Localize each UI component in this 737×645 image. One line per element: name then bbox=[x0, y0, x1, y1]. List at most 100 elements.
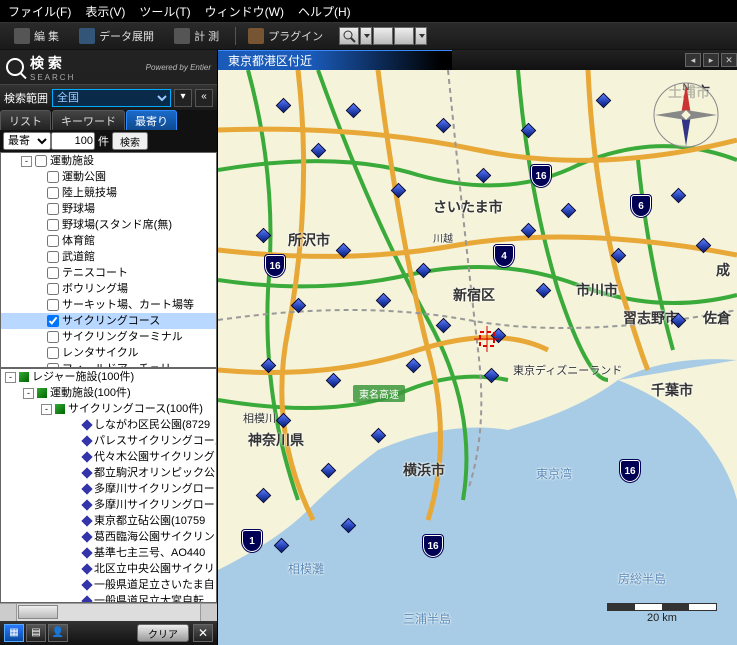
search-sidebar: 検 索 SEARCH Powered by Entier 検索範囲 全国 ▾ «… bbox=[0, 50, 218, 645]
result-item[interactable]: しながわ区民公園(8729 bbox=[1, 417, 216, 433]
tool-dropdown2-icon[interactable] bbox=[415, 27, 427, 45]
result-item[interactable]: 北区立中央公園サイクリ bbox=[1, 561, 216, 577]
zoom-icon[interactable] bbox=[339, 27, 359, 45]
results-leaf[interactable]: -サイクリングコース(100件) bbox=[1, 401, 216, 417]
category-tree[interactable]: -運動施設 運動公園陸上競技場野球場野球場(スタンド席(無)体育館武道館テニスコ… bbox=[0, 152, 217, 368]
category-checkbox[interactable] bbox=[47, 187, 59, 199]
poi-icon bbox=[81, 499, 92, 510]
category-item[interactable]: ボウリング場 bbox=[1, 281, 216, 297]
window-b-icon[interactable] bbox=[394, 27, 414, 45]
category-label: 野球場 bbox=[62, 201, 95, 217]
view-mode-a-button[interactable]: ▦ bbox=[4, 624, 24, 642]
result-item[interactable]: 基準七主三号、AO440 bbox=[1, 545, 216, 561]
result-label: 一般県道足立大宮自転 bbox=[94, 593, 204, 603]
nearest-count-input[interactable] bbox=[51, 132, 95, 150]
category-item[interactable]: サイクリングターミナル bbox=[1, 329, 216, 345]
category-item[interactable]: 陸上競技場 bbox=[1, 185, 216, 201]
nearest-mode-select[interactable]: 最寄 bbox=[3, 132, 51, 150]
result-item[interactable]: 葛西臨海公園サイクリン bbox=[1, 529, 216, 545]
poi-icon bbox=[81, 451, 92, 462]
result-label: 葛西臨海公園サイクリン bbox=[94, 529, 215, 545]
route-shield-16a: 16 bbox=[531, 165, 551, 187]
tab-list[interactable]: リスト bbox=[0, 110, 51, 130]
poi-icon bbox=[81, 531, 92, 542]
category-checkbox[interactable] bbox=[47, 203, 59, 215]
scrollbar-thumb[interactable] bbox=[18, 605, 58, 619]
category-items: 運動公園陸上競技場野球場野球場(スタンド席(無)体育館武道館テニスコートボウリン… bbox=[1, 169, 216, 368]
category-item[interactable]: 武道館 bbox=[1, 249, 216, 265]
window-a-icon[interactable] bbox=[373, 27, 393, 45]
result-label: 東京都立砧公園(10759 bbox=[94, 513, 205, 529]
tb-edit[interactable]: 編 集 bbox=[6, 26, 67, 46]
tb-plugin[interactable]: プラグイン bbox=[240, 26, 331, 46]
collapse-sidebar-button[interactable]: « bbox=[195, 89, 213, 107]
map-prev-button[interactable]: ◂ bbox=[685, 53, 701, 67]
close-results-button[interactable]: ✕ bbox=[193, 624, 213, 642]
category-root[interactable]: -運動施設 bbox=[1, 153, 216, 169]
category-checkbox[interactable] bbox=[47, 251, 59, 263]
result-item[interactable]: 多摩川サイクリングロード bbox=[1, 497, 216, 513]
menu-help[interactable]: ヘルプ(H) bbox=[298, 3, 351, 20]
result-item[interactable]: 代々木公園サイクリング bbox=[1, 449, 216, 465]
result-item[interactable]: 一般県道足立大宮自転 bbox=[1, 593, 216, 603]
tab-nearest[interactable]: 最寄り bbox=[126, 110, 177, 130]
tb-expand[interactable]: データ展開 bbox=[71, 26, 162, 46]
menu-window[interactable]: ウィンドウ(W) bbox=[205, 3, 284, 20]
map-viewport[interactable]: さいたま市 所沢市 新宿区 市川市 習志野市 佐倉 千葉市 横浜市 神奈川県 土… bbox=[218, 70, 737, 645]
tab-keyword[interactable]: キーワード bbox=[52, 110, 125, 130]
result-item[interactable]: 東京都立砧公園(10759 bbox=[1, 513, 216, 529]
result-label: 代々木公園サイクリング bbox=[94, 449, 215, 465]
category-item[interactable]: サイクリングコース bbox=[1, 313, 216, 329]
puzzle-icon bbox=[248, 28, 264, 44]
result-item[interactable]: パレスサイクリングコース(5 bbox=[1, 433, 216, 449]
category-checkbox[interactable] bbox=[47, 331, 59, 343]
result-label: 都立駒沢オリンピック公 bbox=[94, 465, 215, 481]
map-close-button[interactable]: ✕ bbox=[721, 53, 737, 67]
clear-button[interactable]: クリア bbox=[137, 624, 189, 642]
category-item[interactable]: 野球場(スタンド席(無) bbox=[1, 217, 216, 233]
tb-measure[interactable]: 計 測 bbox=[166, 26, 227, 46]
compass-icon[interactable]: N bbox=[649, 78, 723, 152]
result-item[interactable]: 都立駒沢オリンピック公 bbox=[1, 465, 216, 481]
category-checkbox[interactable] bbox=[47, 219, 59, 231]
results-root[interactable]: -レジャー施設(100件) bbox=[1, 369, 216, 385]
category-item[interactable]: フィールドアーチェリー bbox=[1, 361, 216, 368]
menu-tool[interactable]: ツール(T) bbox=[139, 3, 190, 20]
category-checkbox[interactable] bbox=[47, 299, 59, 311]
results-branch[interactable]: -運動施設(100件) bbox=[1, 385, 216, 401]
category-item[interactable]: レンタサイクル bbox=[1, 345, 216, 361]
category-checkbox[interactable] bbox=[47, 267, 59, 279]
category-item[interactable]: 野球場 bbox=[1, 201, 216, 217]
category-checkbox[interactable] bbox=[47, 235, 59, 247]
category-item[interactable]: 体育館 bbox=[1, 233, 216, 249]
route-shield-6: 6 bbox=[631, 195, 651, 217]
result-item[interactable]: 一般県道足立さいたま自 bbox=[1, 577, 216, 593]
search-subtitle: SEARCH bbox=[30, 73, 75, 82]
tool-dropdown-icon[interactable] bbox=[360, 27, 372, 45]
category-label: ボウリング場 bbox=[62, 281, 128, 297]
result-item[interactable]: 多摩川サイクリングロード bbox=[1, 481, 216, 497]
menu-file[interactable]: ファイル(F) bbox=[8, 3, 71, 20]
search-button[interactable]: 検索 bbox=[112, 132, 148, 150]
category-item[interactable]: 運動公園 bbox=[1, 169, 216, 185]
results-hscrollbar[interactable] bbox=[0, 603, 217, 621]
route-shield-16b: 16 bbox=[265, 255, 285, 277]
view-mode-b-button[interactable]: ▤ bbox=[26, 624, 46, 642]
tb-plugin-label: プラグイン bbox=[268, 28, 323, 44]
results-tree[interactable]: -レジャー施設(100件) -運動施設(100件) -サイクリングコース(100… bbox=[0, 368, 217, 603]
category-checkbox[interactable] bbox=[47, 347, 59, 359]
toolbar: 編 集 データ展開 計 測 プラグイン bbox=[0, 22, 737, 50]
route-shield-16d: 16 bbox=[423, 535, 443, 557]
category-item[interactable]: サーキット場、カート場等 bbox=[1, 297, 216, 313]
category-checkbox[interactable] bbox=[47, 283, 59, 295]
scope-dropdown-button[interactable]: ▾ bbox=[174, 89, 192, 107]
category-checkbox[interactable] bbox=[47, 171, 59, 183]
result-label: 基準七主三号、AO440 bbox=[94, 545, 205, 561]
category-checkbox[interactable] bbox=[47, 315, 59, 327]
category-item[interactable]: テニスコート bbox=[1, 265, 216, 281]
pencil-icon bbox=[14, 28, 30, 44]
view-mode-c-button[interactable]: 👤 bbox=[48, 624, 68, 642]
menu-view[interactable]: 表示(V) bbox=[85, 3, 125, 20]
map-next-button[interactable]: ▸ bbox=[703, 53, 719, 67]
scope-select[interactable]: 全国 bbox=[52, 89, 171, 107]
